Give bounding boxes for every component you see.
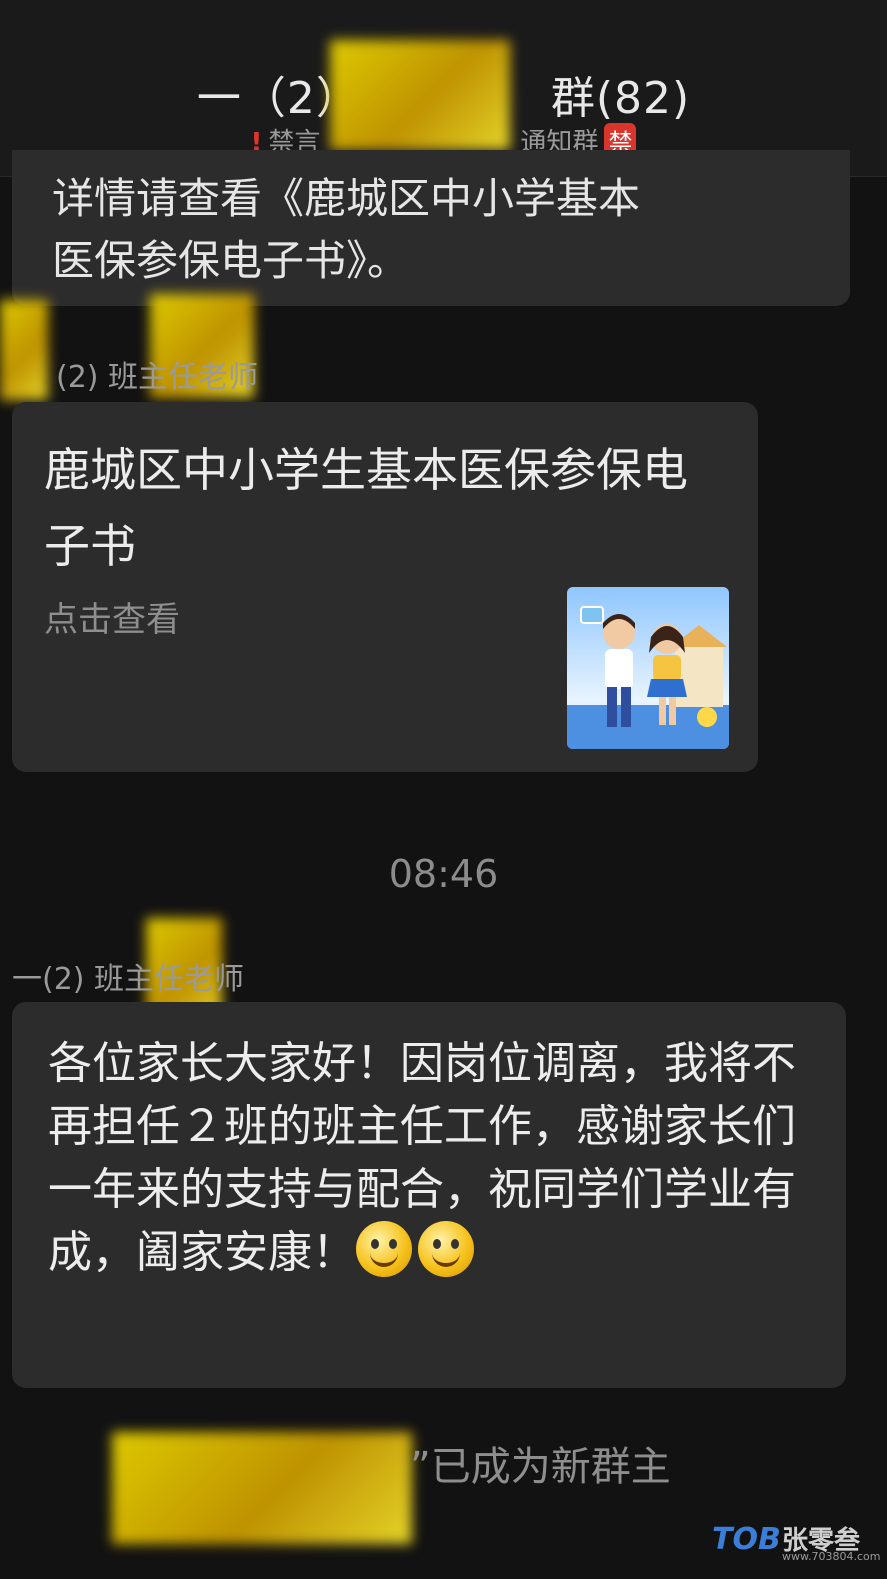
card-action: 点击查看 — [44, 600, 180, 640]
smile-emoji-icon — [356, 1221, 412, 1277]
message-text-previous: 详情请查看《鹿城区中小学基本 医保参保电子书》。 — [52, 174, 641, 285]
msg-sender-name[interactable]: 一(2) 班主任老师 — [12, 954, 244, 998]
watermark-logo: TOB — [712, 1522, 781, 1557]
message-text-farewell: 各位家长大家好！因岗位调离，我将不再担任２班的班主任工作，感谢家长们一年来的支持… — [48, 1038, 796, 1278]
pixelated-new-owner-name — [112, 1432, 412, 1544]
card-title: 鹿城区中小学生基本医保参保电子书 — [44, 443, 688, 573]
link-card[interactable]: 鹿城区中小学生基本医保参保电子书 点击查看 — [12, 402, 758, 772]
pixelated-avatar-header — [330, 40, 510, 150]
new-owner-notice: ”已成为新群主 — [410, 1444, 671, 1490]
watermark-url: www.703804.com — [782, 1550, 881, 1563]
students-illustration-icon — [567, 606, 729, 749]
smile-emoji-icon — [418, 1221, 474, 1277]
message-bubble-previous[interactable]: 详情请查看《鹿城区中小学基本 医保参保电子书》。 — [12, 150, 850, 306]
card-thumbnail — [567, 587, 729, 749]
pixelated-avatar-card-sender — [0, 300, 48, 400]
watermark: TOB 张零叁 www.703804.com — [712, 1520, 880, 1564]
timestamp: 08:46 — [388, 852, 499, 896]
message-bubble-farewell[interactable]: 各位家长大家好！因岗位调离，我将不再担任２班的班主任工作，感谢家长们一年来的支持… — [12, 1002, 846, 1388]
card-sender-name[interactable]: (2) 班主任老师 — [56, 352, 258, 396]
